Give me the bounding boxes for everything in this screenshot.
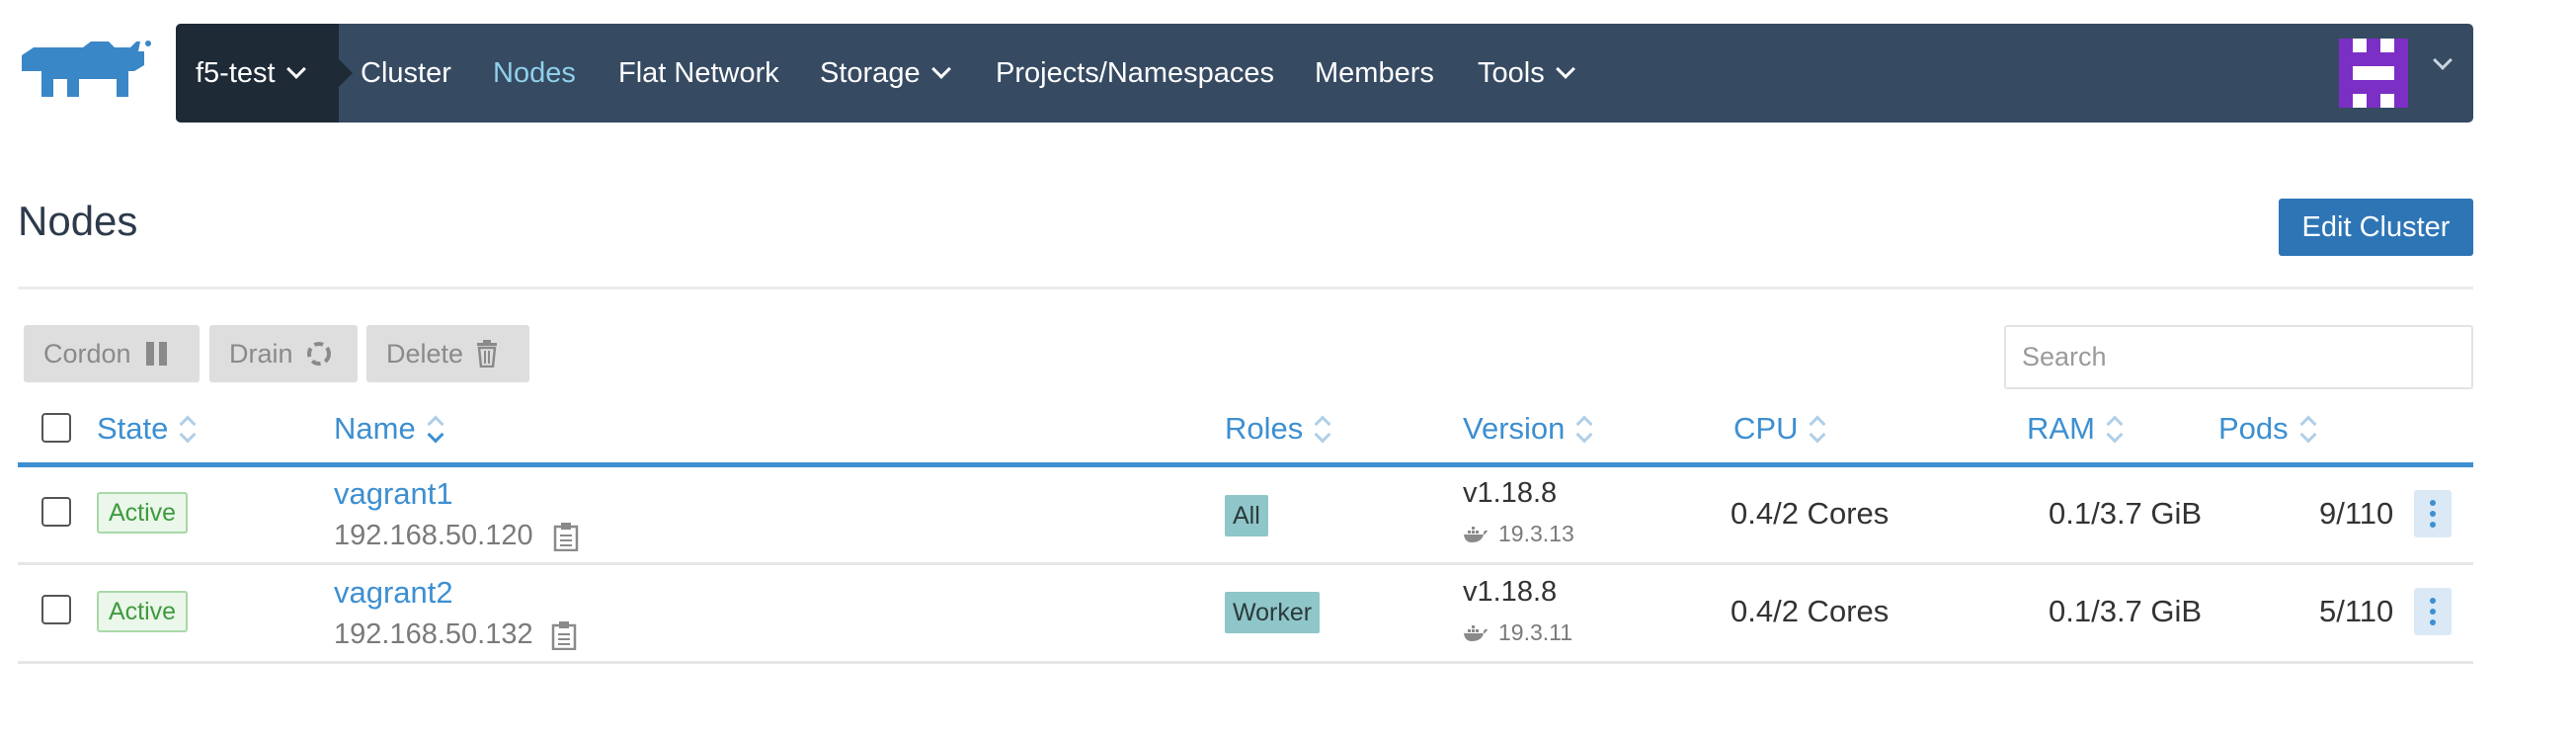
row-divider bbox=[18, 661, 2473, 664]
header-divider bbox=[18, 287, 2473, 289]
cluster-name: f5-test bbox=[196, 56, 276, 89]
docker-version: 19.3.11 bbox=[1463, 619, 1572, 646]
delete-button-label: Delete bbox=[386, 338, 464, 369]
sort-desc-icon bbox=[427, 415, 444, 443]
drain-spinner-icon bbox=[306, 342, 331, 366]
row-checkbox[interactable] bbox=[41, 595, 71, 624]
node-ip: 192.168.50.132 bbox=[334, 618, 533, 650]
select-all-checkbox[interactable] bbox=[41, 413, 71, 443]
clipboard-icon[interactable] bbox=[553, 522, 579, 551]
sort-icon bbox=[2106, 415, 2124, 443]
docker-version-label: 19.3.13 bbox=[1498, 521, 1574, 546]
user-avatar[interactable] bbox=[2339, 39, 2408, 108]
column-header-pods[interactable]: Pods bbox=[2218, 411, 2317, 447]
node-name-link[interactable]: vagrant2 bbox=[334, 575, 453, 611]
node-name-link[interactable]: vagrant1 bbox=[334, 476, 453, 512]
docker-whale-icon bbox=[1464, 526, 1488, 542]
column-header-cpu[interactable]: CPU bbox=[1733, 411, 1826, 447]
role-badge: Worker bbox=[1225, 592, 1321, 633]
row-divider bbox=[18, 562, 2473, 565]
nav-item-storage[interactable]: Storage bbox=[820, 24, 951, 123]
cordon-button-label: Cordon bbox=[43, 338, 131, 369]
ram-usage: 0.1/3.7 GiB bbox=[2049, 594, 2203, 628]
nav-item-members[interactable]: Members bbox=[1315, 24, 1434, 123]
table-header-divider bbox=[18, 462, 2473, 467]
column-header-state[interactable]: State bbox=[97, 411, 197, 447]
docker-version-label: 19.3.11 bbox=[1498, 619, 1573, 645]
top-navigation-bar: f5-test Cluster Nodes Flat Network Stora… bbox=[176, 24, 2473, 123]
cluster-switcher[interactable]: f5-test bbox=[176, 24, 353, 123]
status-badge: Active bbox=[97, 591, 189, 632]
drain-button-label: Drain bbox=[229, 338, 293, 369]
cpu-usage: 0.4/2 Cores bbox=[1731, 496, 1890, 531]
chevron-down-icon bbox=[930, 59, 951, 79]
ram-usage: 0.1/3.7 GiB bbox=[2049, 496, 2203, 531]
sort-icon bbox=[179, 415, 197, 443]
row-checkbox[interactable] bbox=[41, 497, 71, 527]
sort-icon bbox=[1809, 415, 1826, 443]
user-menu-chevron-icon[interactable] bbox=[2433, 50, 2453, 70]
rancher-logo-icon[interactable] bbox=[14, 38, 152, 109]
pods-usage: 5/110 bbox=[2319, 594, 2394, 628]
nav-item-tools-label: Tools bbox=[1478, 56, 1545, 89]
pods-usage: 9/110 bbox=[2319, 496, 2394, 531]
kubernetes-version: v1.18.8 bbox=[1463, 576, 1558, 608]
column-header-version-label: Version bbox=[1463, 411, 1566, 446]
column-header-ram-label: RAM bbox=[2027, 411, 2095, 446]
column-header-roles[interactable]: Roles bbox=[1225, 411, 1331, 447]
cordon-button[interactable]: Cordon bbox=[24, 325, 200, 382]
column-header-roles-label: Roles bbox=[1225, 411, 1304, 446]
pause-icon bbox=[145, 342, 167, 366]
column-header-version[interactable]: Version bbox=[1463, 411, 1593, 447]
column-header-ram[interactable]: RAM bbox=[2027, 411, 2124, 447]
nav-item-flat-network[interactable]: Flat Network bbox=[618, 24, 779, 123]
column-header-name-label: Name bbox=[334, 411, 416, 446]
docker-whale-icon bbox=[1464, 624, 1488, 641]
column-header-pods-label: Pods bbox=[2218, 411, 2289, 446]
role-badge: All bbox=[1225, 495, 1268, 536]
sort-icon bbox=[1575, 415, 1593, 443]
status-badge: Active bbox=[97, 492, 189, 534]
nav-item-tools[interactable]: Tools bbox=[1478, 24, 1575, 123]
kubernetes-version: v1.18.8 bbox=[1463, 477, 1558, 509]
chevron-down-icon bbox=[1555, 59, 1575, 79]
cpu-usage: 0.4/2 Cores bbox=[1731, 594, 1890, 628]
column-header-cpu-label: CPU bbox=[1733, 411, 1799, 446]
docker-version: 19.3.13 bbox=[1463, 521, 1574, 547]
column-header-state-label: State bbox=[97, 411, 169, 446]
node-ip: 192.168.50.120 bbox=[334, 520, 533, 551]
sort-icon bbox=[1314, 415, 1331, 443]
drain-button[interactable]: Drain bbox=[209, 325, 358, 382]
nav-item-projects-namespaces[interactable]: Projects/Namespaces bbox=[996, 24, 1274, 123]
clipboard-icon[interactable] bbox=[551, 620, 577, 650]
search-input[interactable] bbox=[2004, 325, 2473, 389]
delete-button[interactable]: Delete bbox=[366, 325, 529, 382]
trash-icon bbox=[477, 340, 498, 368]
page-title: Nodes bbox=[18, 198, 138, 244]
chevron-down-icon bbox=[285, 59, 306, 79]
nav-item-storage-label: Storage bbox=[820, 56, 921, 89]
column-header-name[interactable]: Name bbox=[334, 411, 444, 447]
row-actions-menu-icon[interactable] bbox=[2414, 490, 2452, 537]
sort-icon bbox=[2299, 415, 2317, 443]
nav-item-nodes[interactable]: Nodes bbox=[493, 24, 576, 123]
row-actions-menu-icon[interactable] bbox=[2414, 588, 2452, 635]
nav-item-cluster[interactable]: Cluster bbox=[361, 24, 451, 123]
edit-cluster-button[interactable]: Edit Cluster bbox=[2279, 199, 2473, 256]
